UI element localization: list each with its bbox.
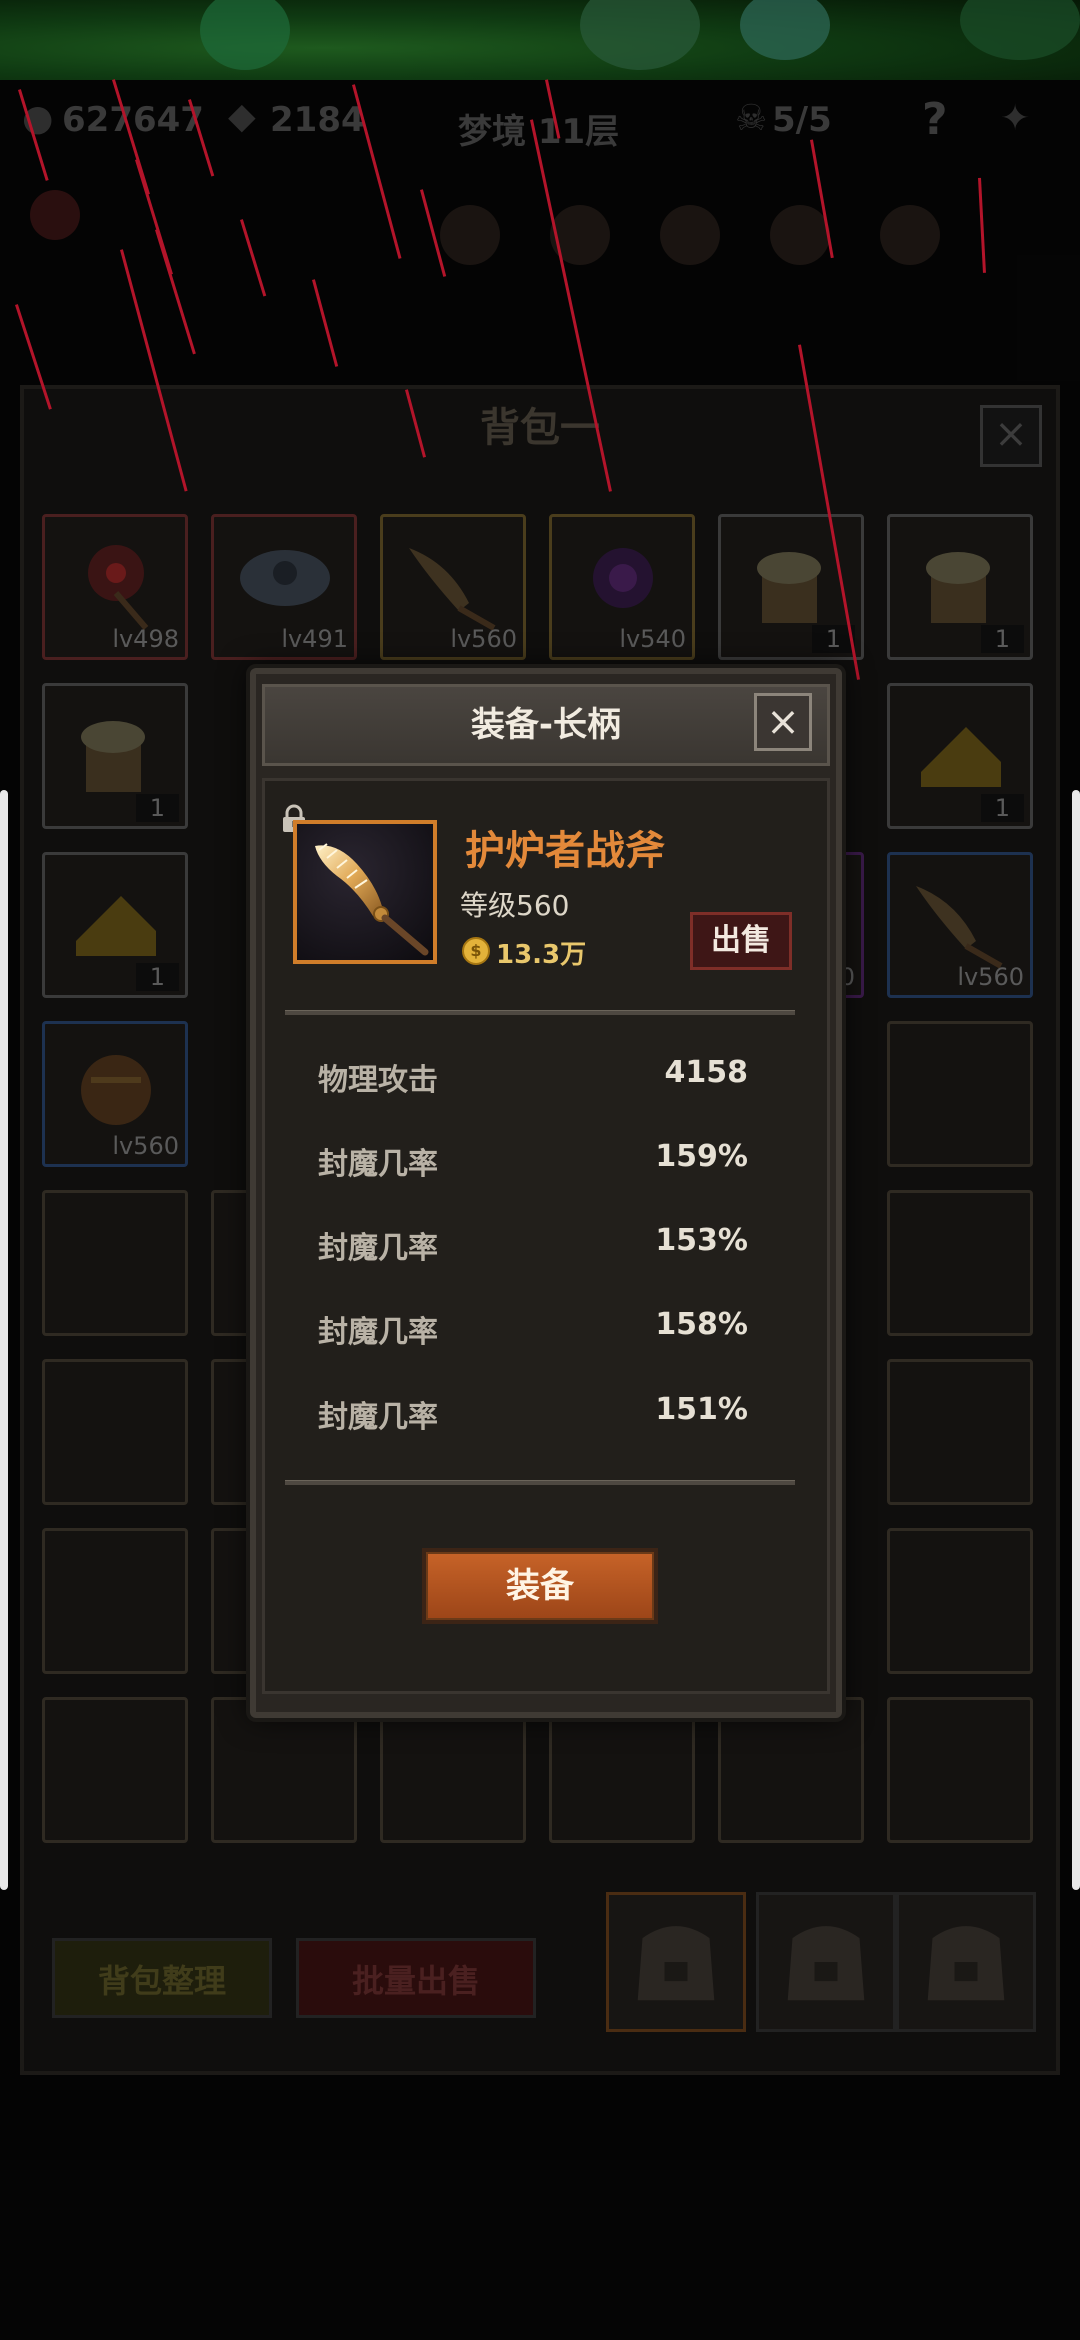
- foliage: [960, 0, 1080, 60]
- backpack-icon: [927, 1926, 1005, 2001]
- axe-icon: [240, 550, 330, 606]
- bag-slot[interactable]: lv560: [380, 514, 526, 660]
- item-name: 护炉者战斧: [465, 828, 665, 874]
- equip-slot-icon[interactable]: [440, 205, 500, 265]
- ale-mug-icon: [757, 552, 821, 623]
- foliage: [740, 0, 830, 60]
- equip-slot-icon[interactable]: [880, 205, 940, 265]
- stat-value: 4158: [664, 1055, 749, 1090]
- slot-level: lv498: [112, 625, 179, 653]
- dialog-title: 装备-长柄: [470, 705, 622, 745]
- bag-slot-empty[interactable]: [887, 1190, 1033, 1336]
- stat-value: 158%: [655, 1307, 748, 1342]
- bag-slot-empty[interactable]: [887, 1021, 1033, 1167]
- bag-slot-empty[interactable]: [887, 1528, 1033, 1674]
- slot-level: 0: [839, 963, 855, 991]
- divider: [285, 1010, 795, 1015]
- slot-level: lv540: [619, 625, 686, 653]
- gold-amount: 627647: [62, 100, 204, 140]
- bag-slot[interactable]: lv498: [42, 514, 188, 660]
- bag-slot-empty[interactable]: [42, 1528, 188, 1674]
- bag-slot-empty[interactable]: [380, 1697, 526, 1843]
- help-button[interactable]: ?: [922, 94, 948, 145]
- bag-slot-empty[interactable]: [211, 1697, 357, 1843]
- bag-slot[interactable]: 1: [887, 683, 1033, 829]
- staff-icon: [88, 545, 149, 630]
- bag-slot[interactable]: 1: [42, 683, 188, 829]
- stat-value: 153%: [655, 1223, 748, 1258]
- spear-icon: [409, 548, 496, 631]
- foliage: [580, 0, 700, 70]
- equip-button[interactable]: 装备: [422, 1548, 658, 1624]
- bag-slot-empty[interactable]: [42, 1359, 188, 1505]
- sort-bag-button[interactable]: 背包整理: [52, 1938, 272, 2018]
- stat-name: 物理攻击: [318, 1063, 438, 1098]
- bag-tab-3[interactable]: [896, 1892, 1036, 2032]
- bag-slot-empty[interactable]: [42, 1190, 188, 1336]
- bag-slot-empty[interactable]: [549, 1697, 695, 1843]
- sell-button[interactable]: 出售: [690, 912, 792, 970]
- cheese-icon: [921, 727, 1001, 787]
- bag-slot-empty[interactable]: [42, 1697, 188, 1843]
- slot-count: 1: [980, 625, 1024, 653]
- bag-slot[interactable]: lv491: [211, 514, 357, 660]
- slot-count: 1: [980, 794, 1024, 822]
- bag-slot-empty[interactable]: [887, 1359, 1033, 1505]
- item-price: 13.3万: [496, 940, 587, 970]
- bag-close-button[interactable]: ×: [980, 405, 1042, 467]
- bulk-sell-button[interactable]: 批量出售: [296, 1938, 536, 2018]
- helmet-icon: [81, 1055, 151, 1125]
- slot-level: lv491: [281, 625, 348, 653]
- divider: [285, 1480, 795, 1485]
- item-icon-frame: [293, 820, 437, 964]
- bag-slot-empty[interactable]: [718, 1697, 864, 1843]
- edge-indicator: [0, 790, 8, 1890]
- dialog-close-button[interactable]: ×: [754, 693, 812, 751]
- stat-value: 151%: [655, 1392, 748, 1427]
- slot-count: 1: [135, 963, 179, 991]
- backpack-icon: [637, 1926, 715, 2001]
- stat-name: 封魔几率: [318, 1147, 438, 1182]
- stat-name: 封魔几率: [318, 1231, 438, 1266]
- bag-slot[interactable]: lv560: [887, 852, 1033, 998]
- bag-slot[interactable]: 1: [42, 852, 188, 998]
- stat-value: 159%: [655, 1139, 748, 1174]
- foliage: [200, 0, 290, 70]
- settings-icon[interactable]: ✦: [1000, 98, 1030, 139]
- gem-icon: ◆: [228, 96, 256, 137]
- equip-slot-icon[interactable]: [770, 205, 830, 265]
- orb-icon: [593, 548, 653, 608]
- equip-slot-icon[interactable]: [660, 205, 720, 265]
- hero-portrait: [30, 190, 80, 240]
- slot-level: lv560: [450, 625, 517, 653]
- slot-level: lv560: [112, 1132, 179, 1160]
- battle-axe-icon: [315, 843, 429, 956]
- slot-count: 1: [135, 794, 179, 822]
- bag-tab-1[interactable]: [606, 1892, 746, 2032]
- coin-icon: $: [462, 937, 490, 965]
- stat-name: 封魔几率: [318, 1400, 438, 1435]
- item-level: 等级560: [460, 889, 570, 922]
- backpack-icon: [787, 1926, 865, 2001]
- cheese-icon: [76, 896, 156, 956]
- equipment-bar: [440, 190, 1060, 290]
- ale-mug-icon: [926, 552, 990, 623]
- gem-amount: 2184: [270, 100, 365, 140]
- slot-level: lv560: [957, 963, 1024, 991]
- bag-slot[interactable]: 1: [887, 514, 1033, 660]
- skull-count: 5/5: [772, 100, 832, 140]
- bag-slot-empty[interactable]: [887, 1697, 1033, 1843]
- bag-slot[interactable]: lv560: [42, 1021, 188, 1167]
- bag-slot[interactable]: lv540: [549, 514, 695, 660]
- ale-mug-icon: [81, 721, 145, 792]
- skull-icon: ☠: [735, 98, 768, 139]
- stat-name: 封魔几率: [318, 1315, 438, 1350]
- spear-icon: [916, 886, 1003, 969]
- edge-indicator: [1072, 790, 1080, 1890]
- scene-background: [0, 0, 1080, 80]
- bag-tab-2[interactable]: [756, 1892, 896, 2032]
